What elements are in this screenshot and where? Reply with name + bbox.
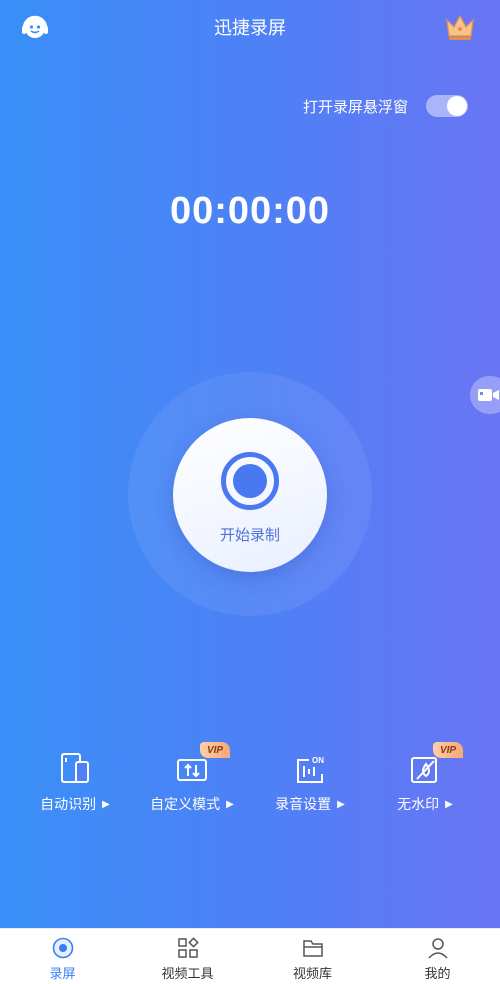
recording-timer: 00:00:00	[169, 190, 331, 232]
triangle-right-icon: ▶	[226, 798, 234, 810]
nav-label: 我的	[424, 967, 451, 982]
video-camera-icon	[478, 389, 499, 401]
tool-label: 录音设置	[275, 797, 332, 813]
record-screen-icon	[52, 937, 73, 959]
triangle-right-icon: ▶	[102, 798, 110, 810]
nav-item-record[interactable]: 录屏	[0, 929, 125, 984]
start-record-button[interactable]: 开始录制	[173, 418, 327, 572]
nav-label: 录屏	[49, 967, 76, 982]
nav-item-video-tools[interactable]: 视频工具	[125, 929, 250, 984]
nav-item-video-library[interactable]: 视频库	[250, 929, 375, 984]
tool-label: 无水印	[397, 797, 440, 813]
audio-settings-icon: ON	[297, 756, 324, 783]
bottom-nav: 录屏 视频工具 视频库 我的	[0, 928, 500, 984]
tools-row: 自动识别 ▶ VIP 自定义模式 ▶ ON 录音设置 ▶ VIP 无水印 ▶	[0, 742, 500, 822]
header: 迅捷录屏	[0, 0, 500, 54]
floating-window-row: 打开录屏悬浮窗	[303, 93, 468, 119]
profile-icon	[427, 938, 448, 959]
floating-window-toggle[interactable]	[426, 95, 468, 117]
svg-text:ON: ON	[312, 756, 324, 765]
tool-auto-detect[interactable]: 自动识别 ▶	[15, 742, 135, 822]
toggle-knob	[447, 96, 467, 116]
nav-label: 视频工具	[161, 967, 214, 982]
video-tools-icon	[177, 937, 199, 958]
recorder-screen: 迅捷录屏 打开录屏悬浮窗 00:00:00 开始录制 自动识别 ▶ VIP 自定…	[0, 0, 500, 928]
nav-item-profile[interactable]: 我的	[375, 929, 500, 984]
side-camera-button[interactable]	[470, 376, 500, 414]
start-record-label: 开始录制	[219, 526, 280, 544]
triangle-right-icon: ▶	[337, 798, 345, 810]
tool-custom-mode[interactable]: VIP 自定义模式 ▶	[132, 742, 252, 822]
tool-label: 自动识别	[40, 797, 97, 813]
triangle-right-icon: ▶	[445, 798, 453, 810]
record-icon	[221, 452, 279, 510]
folder-icon	[302, 940, 323, 957]
tool-audio-settings[interactable]: ON 录音设置 ▶	[250, 742, 370, 822]
vip-crown-icon[interactable]	[444, 12, 476, 42]
tool-label: 自定义模式	[150, 797, 221, 813]
vip-badge: VIP	[200, 742, 230, 758]
tool-no-watermark[interactable]: VIP 无水印 ▶	[365, 742, 485, 822]
floating-window-label: 打开录屏悬浮窗	[302, 97, 408, 116]
nav-label: 视频库	[292, 967, 332, 982]
auto-detect-icon	[61, 753, 89, 783]
vip-badge: VIP	[433, 742, 463, 758]
app-title: 迅捷录屏	[214, 18, 286, 39]
